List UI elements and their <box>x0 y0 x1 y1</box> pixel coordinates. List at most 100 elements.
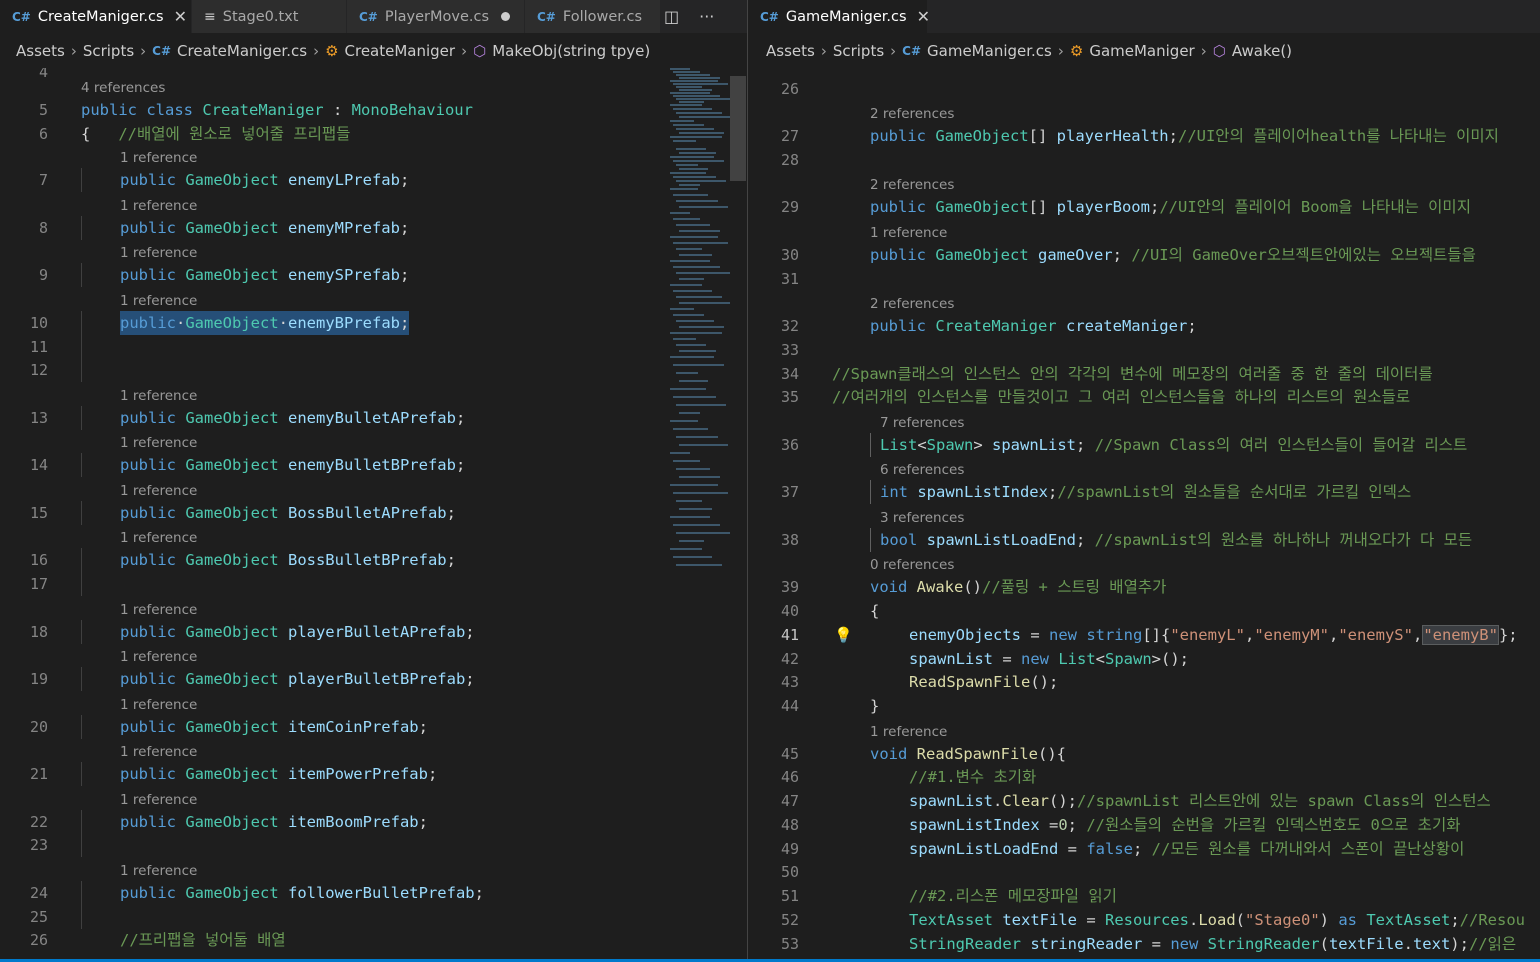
indent-guide <box>81 501 82 525</box>
close-icon[interactable]: ✕ <box>174 7 187 26</box>
code-token: ; <box>399 171 410 189</box>
split-editor-icon[interactable]: ◫ <box>664 7 679 26</box>
code-line: 48 spawnListIndex =0; //원소들의 순번을 가르킬 인덱스번… <box>748 813 1540 837</box>
minimap-line <box>676 500 702 502</box>
code-line: 46 //#1.변수 초기화 <box>748 765 1540 789</box>
codelens-references[interactable]: 1 reference <box>120 244 197 262</box>
codelens-references[interactable]: 7 references <box>880 414 964 432</box>
minimap-line <box>673 290 712 292</box>
code-text: //#2.리스폰 메모장파일 읽기 <box>909 884 1117 908</box>
breadcrumb-file[interactable]: CreateManiger.cs <box>177 42 307 60</box>
more-actions-icon[interactable]: ··· <box>699 7 714 26</box>
codelens-references[interactable]: 1 reference <box>120 482 197 500</box>
breadcrumb-scripts[interactable]: Scripts <box>833 42 884 60</box>
codelens-references[interactable]: 2 references <box>870 105 954 123</box>
codelens-references[interactable]: 1 reference <box>120 197 197 215</box>
tab-gamemaniger-cs[interactable]: C# GameManiger.cs ✕ <box>748 0 930 33</box>
codelens-references[interactable]: 4 references <box>81 79 165 97</box>
minimap-line <box>670 188 698 190</box>
codelens-references[interactable]: 1 reference <box>120 292 197 310</box>
tab-follower-cs[interactable]: C# Follower.cs <box>525 0 661 33</box>
codelens-references[interactable]: 1 reference <box>120 791 197 809</box>
left-code-editor[interactable]: 4 4 references 5 public class CreateManiger… <box>0 68 660 962</box>
code-token: createManiger <box>1065 317 1188 335</box>
breadcrumb-method[interactable]: Awake() <box>1232 42 1292 60</box>
chevron-right-icon: › <box>890 42 897 60</box>
codelens-references[interactable]: 3 references <box>880 509 964 527</box>
breadcrumb-method[interactable]: MakeObj(string tpye) <box>492 42 650 60</box>
tab-stage0-txt[interactable]: ≡ Stage0.txt <box>192 0 347 33</box>
line-number: 11 <box>29 338 48 356</box>
codelens-references[interactable]: 1 reference <box>120 387 197 405</box>
code-text: public GameObject enemyMPrefab; <box>120 216 409 240</box>
line-number: 10 <box>29 314 48 332</box>
breadcrumb-assets[interactable]: Assets <box>16 42 65 60</box>
code-token: "enemyS" <box>1338 626 1413 644</box>
codelens-references[interactable]: 1 reference <box>120 743 197 761</box>
tab-label: PlayerMove.cs <box>384 8 490 25</box>
indent-guide <box>81 216 82 240</box>
codelens-references[interactable]: 1 reference <box>120 648 197 666</box>
code-token: new <box>1021 650 1059 668</box>
code-token: //배열에 원소로 넣어줄 프리팹들 <box>118 125 351 143</box>
line-number: 18 <box>29 623 48 641</box>
scrollbar-thumb[interactable] <box>730 76 746 181</box>
code-text: TextAsset textFile = Resources.Load("Sta… <box>909 908 1525 932</box>
tab-playermove-cs[interactable]: C# PlayerMove.cs <box>347 0 525 33</box>
code-token: GameObject <box>185 219 288 237</box>
minimap-line <box>676 404 726 406</box>
lightbulb-icon[interactable]: 💡 <box>834 623 853 647</box>
codelens-references[interactable]: 1 reference <box>120 696 197 714</box>
breadcrumb-file[interactable]: GameManiger.cs <box>927 42 1052 60</box>
code-token: CreateManiger <box>202 101 324 119</box>
codelens-references[interactable]: 2 references <box>870 295 954 313</box>
code-line: 20 public GameObject itemCoinPrefab; <box>0 715 660 739</box>
code-token: textFile <box>1002 911 1077 929</box>
unsaved-dot-icon[interactable] <box>501 12 510 21</box>
codelens-references[interactable]: 1 reference <box>120 862 197 880</box>
code-text: public GameObject BossBulletBPrefab; <box>120 548 456 572</box>
codelens-references[interactable]: 1 reference <box>870 224 947 242</box>
codelens-references[interactable]: 0 references <box>870 556 954 574</box>
codelens-references[interactable]: 1 reference <box>120 529 197 547</box>
code-token: Spawn <box>926 436 974 454</box>
breadcrumb-class[interactable]: CreateManiger <box>345 42 456 60</box>
breadcrumb-scripts[interactable]: Scripts <box>83 42 134 60</box>
line-number: 52 <box>780 911 799 929</box>
codelens-references[interactable]: 1 reference <box>120 434 197 452</box>
left-editor-actions: ◫ ··· <box>664 0 714 33</box>
codelens-references[interactable]: 6 references <box>880 461 964 479</box>
code-token: Load <box>1198 911 1236 929</box>
minimap-line <box>679 380 708 382</box>
code-token: GameObject <box>185 551 288 569</box>
codelens-references[interactable]: 1 reference <box>120 149 197 167</box>
code-token: spawnListLoadEnd <box>909 840 1059 858</box>
breadcrumb-assets[interactable]: Assets <box>766 42 815 60</box>
left-scrollbar[interactable] <box>730 68 746 962</box>
minimap-line <box>673 396 716 398</box>
codelens-references[interactable]: 1 reference <box>120 601 197 619</box>
code-text: public GameObject itemCoinPrefab; <box>120 715 428 739</box>
line-number: 40 <box>780 602 799 620</box>
code-token: spawnListLoadEnd <box>926 531 1076 549</box>
code-token: itemBoomPrefab <box>287 813 419 831</box>
minimap-line <box>679 508 712 510</box>
code-token: public <box>120 266 186 284</box>
breadcrumb-class[interactable]: GameManiger <box>1089 42 1194 60</box>
codelens-references[interactable]: 2 references <box>870 176 954 194</box>
codelens-references[interactable]: 1 reference <box>870 723 947 741</box>
code-token: · <box>176 314 186 332</box>
close-icon[interactable]: ✕ <box>917 7 930 26</box>
code-text: public GameObject followerBulletPrefab; <box>120 881 484 905</box>
code-token: ; <box>1075 531 1095 549</box>
code-token: ; <box>1149 198 1160 216</box>
tab-createmaniger-cs[interactable]: C# CreateManiger.cs ✕ <box>0 0 192 33</box>
minimap-line <box>679 168 708 170</box>
minimap-line <box>679 184 700 186</box>
code-token: public <box>870 246 936 264</box>
code-line: 19 public GameObject playerBulletBPrefab; <box>0 667 660 691</box>
code-token: GameObject <box>185 670 288 688</box>
right-code-editor[interactable]: 26 2 references 27 public GameObject[] play… <box>748 68 1540 962</box>
minimap-line <box>673 140 696 142</box>
minimap[interactable] <box>664 68 732 962</box>
